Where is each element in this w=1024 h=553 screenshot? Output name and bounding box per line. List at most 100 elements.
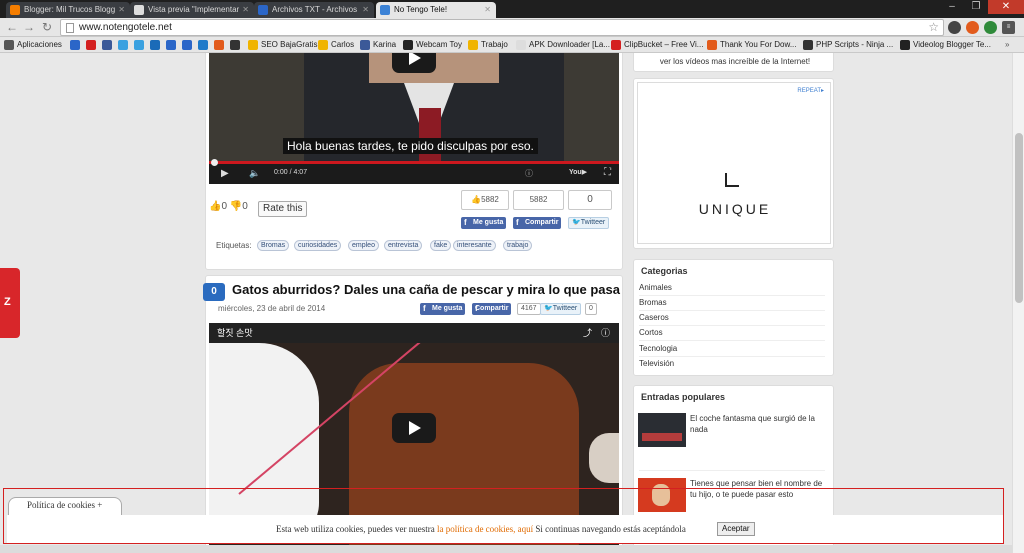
fb-share-button[interactable]: Compartir bbox=[472, 303, 512, 315]
google-icon[interactable] bbox=[166, 40, 176, 50]
bookmark-aplicaciones[interactable]: Aplicaciones bbox=[17, 39, 62, 51]
youtube-logo-icon[interactable]: You▶ bbox=[569, 168, 587, 176]
tweet-button[interactable]: 🐦Twitteer bbox=[568, 217, 610, 229]
extension-icon[interactable] bbox=[984, 21, 997, 34]
back-arrow-icon[interactable]: ← bbox=[5, 20, 19, 34]
minimize-button[interactable]: – bbox=[940, 0, 964, 14]
close-icon[interactable]: ✕ bbox=[362, 2, 369, 18]
site-icon[interactable] bbox=[214, 40, 224, 50]
video-progress-bar[interactable] bbox=[209, 161, 619, 164]
play-icon[interactable]: ▶ bbox=[221, 168, 229, 179]
bookmarks-overflow-icon[interactable]: » bbox=[1005, 39, 1009, 51]
site-icon[interactable] bbox=[198, 40, 208, 50]
google-icon[interactable] bbox=[70, 40, 80, 50]
bookmark-php-scripts[interactable]: PHP Scripts - Ninja ... bbox=[816, 39, 893, 51]
bookmark-trabajo[interactable]: Trabajo bbox=[481, 39, 508, 51]
twitter-icon[interactable] bbox=[118, 40, 128, 50]
close-icon[interactable]: ✕ bbox=[118, 2, 125, 18]
tag-link[interactable]: entrevista bbox=[384, 240, 423, 251]
cookie-policy-link[interactable]: la política de cookies, aquí bbox=[437, 524, 533, 534]
page-icon bbox=[66, 23, 74, 33]
reload-icon[interactable]: ↻ bbox=[40, 20, 54, 34]
bookmark-clipbucket[interactable]: ClipBucket – Free Vi... bbox=[624, 39, 703, 51]
youtube-icon[interactable] bbox=[86, 40, 96, 50]
forward-arrow-icon[interactable]: → bbox=[22, 20, 36, 34]
video-title-bar: 할짓 손맛 ⤴ ⓘ bbox=[209, 323, 619, 343]
floating-share-tab[interactable]: Z bbox=[0, 268, 20, 338]
category-link[interactable]: Bromas bbox=[639, 296, 825, 311]
extension-icon[interactable] bbox=[948, 21, 961, 34]
popular-posts-title: Entradas populares bbox=[641, 392, 726, 402]
site-icon[interactable] bbox=[150, 40, 160, 50]
post-thumbnail[interactable] bbox=[638, 413, 686, 447]
category-link[interactable]: Televisión bbox=[639, 357, 825, 372]
site-icon[interactable] bbox=[230, 40, 240, 50]
ad-logo-text: UNIQUE bbox=[698, 201, 772, 217]
ad-badge[interactable]: REPEAT▸ bbox=[797, 87, 824, 94]
maximize-button[interactable]: ❐ bbox=[964, 0, 988, 14]
thumbs-up-icon[interactable]: 👍 bbox=[209, 201, 221, 212]
video-player[interactable]: Hola buenas tardes, te pido disculpas po… bbox=[209, 53, 619, 184]
tag-link[interactable]: curiosidades bbox=[294, 240, 342, 251]
twitter-bird-icon: 🐦 bbox=[572, 219, 581, 226]
scrollbar-thumb[interactable] bbox=[1015, 133, 1023, 303]
fb-like-button[interactable]: Me gusta bbox=[461, 217, 507, 229]
video-subtitle: Hola buenas tardes, te pido disculpas po… bbox=[283, 138, 538, 154]
bookmark-karina[interactable]: Karina bbox=[373, 39, 396, 51]
address-bar[interactable]: www.notengotele.net ☆ bbox=[60, 19, 944, 36]
video-title[interactable]: 할짓 손맛 bbox=[217, 328, 253, 338]
tag-link[interactable]: interesante bbox=[453, 240, 496, 251]
menu-icon[interactable]: ≡ bbox=[1002, 21, 1015, 34]
popular-post-link[interactable]: El coche fantasma que surgió de la nada bbox=[690, 413, 828, 435]
info-icon[interactable]: ⓘ bbox=[601, 323, 610, 343]
bookmark-apk-downloader[interactable]: APK Downloader [La... bbox=[529, 39, 610, 51]
close-icon[interactable]: ✕ bbox=[484, 2, 491, 18]
tag-link[interactable]: empleo bbox=[348, 240, 379, 251]
tweet-button[interactable]: 🐦Twitteer bbox=[540, 303, 582, 315]
comment-count-badge[interactable]: 0 bbox=[203, 283, 225, 301]
ninja-icon bbox=[803, 40, 813, 50]
star-icon[interactable]: ☆ bbox=[928, 20, 939, 34]
thumbs-down-icon[interactable]: 👎 bbox=[230, 201, 242, 212]
browser-tab-notengotele[interactable]: No Tengo Tele! ✕ bbox=[376, 2, 496, 18]
site-icon[interactable] bbox=[182, 40, 192, 50]
tag-link[interactable]: fake bbox=[430, 240, 452, 251]
close-window-button[interactable]: ✕ bbox=[988, 0, 1024, 14]
close-icon[interactable]: ✕ bbox=[242, 2, 249, 18]
play-button[interactable] bbox=[392, 53, 436, 73]
facebook-icon[interactable] bbox=[102, 40, 112, 50]
browser-tab-strip: Blogger: Mil Trucos Blogg ✕ Vista previa… bbox=[0, 0, 1024, 18]
fb-like-button[interactable]: Me gusta bbox=[420, 303, 466, 315]
fullscreen-icon[interactable]: ⛶ bbox=[604, 167, 611, 178]
tag-link[interactable]: Bromas bbox=[257, 240, 290, 251]
volume-icon[interactable]: 🔈 bbox=[249, 168, 260, 179]
post-title[interactable]: Gatos aburridos? Dales una caña de pesca… bbox=[232, 282, 620, 297]
bookmark-webcam-toy[interactable]: Webcam Toy bbox=[416, 39, 462, 51]
twitter-icon[interactable] bbox=[134, 40, 144, 50]
folder-icon bbox=[318, 40, 328, 50]
video-scrubber[interactable] bbox=[211, 159, 218, 166]
advertisement[interactable]: REPEAT▸ UNIQUE bbox=[637, 82, 831, 244]
bookmark-carlos[interactable]: Carlos bbox=[331, 39, 354, 51]
extension-icon[interactable] bbox=[966, 21, 979, 34]
share-icon[interactable]: ⤴ bbox=[583, 323, 592, 343]
browser-tab-preview[interactable]: Vista previa "Implementar ✕ bbox=[130, 2, 254, 18]
video-frame-detail bbox=[419, 108, 441, 163]
browser-tab-archivos[interactable]: Archivos TXT - Archivos ✕ bbox=[254, 2, 374, 18]
videolog-icon bbox=[900, 40, 910, 50]
bookmark-seo-bajagratis[interactable]: SEO BajaGratis bbox=[261, 39, 317, 51]
category-link[interactable]: Animales bbox=[639, 281, 825, 296]
bookmark-thank-you[interactable]: Thank You For Dow... bbox=[720, 39, 797, 51]
accept-cookies-button[interactable]: Aceptar bbox=[717, 522, 755, 536]
fb-share-button[interactable]: Compartir bbox=[513, 217, 562, 229]
category-link[interactable]: Cortos bbox=[639, 326, 825, 341]
rate-this-button[interactable]: Rate this bbox=[258, 201, 308, 217]
play-button[interactable] bbox=[392, 413, 436, 443]
category-link[interactable]: Tecnologia bbox=[639, 342, 825, 357]
info-icon[interactable]: ⓘ bbox=[525, 168, 533, 179]
browser-tab-blogger[interactable]: Blogger: Mil Trucos Blogg ✕ bbox=[6, 2, 130, 18]
category-link[interactable]: Caseros bbox=[639, 311, 825, 326]
page-scrollbar[interactable] bbox=[1012, 53, 1024, 553]
tag-link[interactable]: trabajo bbox=[503, 240, 533, 251]
bookmark-videolog[interactable]: Videolog Blogger Te... bbox=[913, 39, 991, 51]
